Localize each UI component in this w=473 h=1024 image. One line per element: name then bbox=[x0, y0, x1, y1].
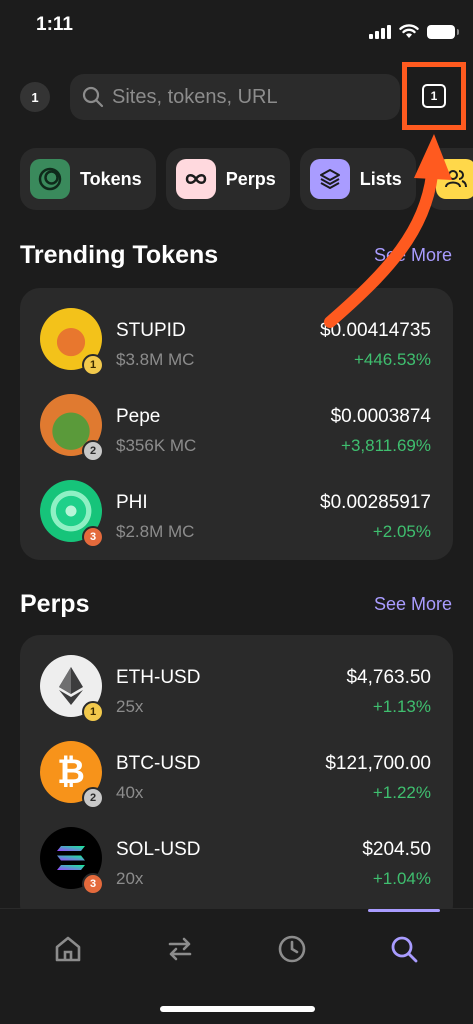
perp-price: $121,700.00 bbox=[325, 753, 431, 774]
trending-see-more-link[interactable]: See More bbox=[374, 245, 452, 266]
swap-icon bbox=[168, 937, 192, 961]
perp-change: +1.13% bbox=[372, 697, 431, 716]
token-name: Pepe bbox=[116, 406, 161, 427]
search-icon bbox=[82, 86, 104, 108]
token-market-cap: $3.8M MC bbox=[116, 350, 195, 369]
wifi-icon bbox=[399, 24, 419, 38]
cellular-signal-icon bbox=[369, 24, 391, 39]
rank-badge: 3 bbox=[82, 526, 104, 548]
perps-card: 1 ETH-USD 25x $4,763.50 +1.13% ₿ 2 BTC-U… bbox=[20, 635, 453, 925]
chip-lists[interactable]: Lists bbox=[299, 148, 416, 210]
search-input[interactable] bbox=[112, 85, 382, 109]
chip-label: Lists bbox=[359, 168, 402, 189]
perp-row[interactable]: ₿ 2 BTC-USD 40x $121,700.00 +1.22% bbox=[20, 729, 453, 815]
trending-tokens-title: Trending Tokens bbox=[20, 241, 219, 269]
nav-active-indicator bbox=[368, 909, 440, 912]
token-row[interactable]: 2 Pepe $356K MC $0.0003874 +3,811.69% bbox=[20, 382, 453, 468]
token-price: $0.00285917 bbox=[320, 492, 431, 513]
token-change: +2.05% bbox=[372, 522, 431, 541]
layers-icon bbox=[309, 159, 350, 199]
clock-icon bbox=[278, 935, 306, 963]
rank-badge: 1 bbox=[82, 701, 104, 723]
battery-icon bbox=[427, 24, 459, 39]
chip-label: Perps bbox=[225, 168, 276, 189]
home-indicator bbox=[160, 1006, 315, 1012]
token-price: $0.0003874 bbox=[330, 406, 431, 427]
rank-badge: 2 bbox=[82, 440, 104, 462]
nav-explore-button[interactable] bbox=[384, 929, 424, 969]
perp-row[interactable]: 1 ETH-USD 25x $4,763.50 +1.13% bbox=[20, 643, 453, 729]
category-chips: Tokens Perps Lists bbox=[20, 148, 473, 210]
chip-people[interactable] bbox=[425, 148, 473, 210]
search-bar[interactable] bbox=[70, 74, 400, 120]
perp-change: +1.04% bbox=[372, 869, 431, 888]
perp-leverage: 40x bbox=[116, 783, 144, 802]
rank-badge: 3 bbox=[82, 873, 104, 895]
search-icon bbox=[391, 936, 418, 963]
tokens-icon bbox=[30, 159, 70, 199]
perp-leverage: 25x bbox=[116, 697, 144, 716]
token-change: +446.53% bbox=[353, 350, 431, 369]
token-market-cap: $356K MC bbox=[116, 436, 197, 455]
perp-name: ETH-USD bbox=[116, 667, 201, 688]
token-name: PHI bbox=[116, 492, 148, 513]
tabs-icon: 1 bbox=[422, 84, 446, 108]
tabs-button[interactable]: 1 bbox=[402, 62, 466, 130]
nav-home-button[interactable] bbox=[48, 929, 88, 969]
search-row: 1 1 bbox=[0, 62, 473, 130]
perp-name: SOL-USD bbox=[116, 839, 201, 860]
token-price: $0.00414735 bbox=[320, 320, 431, 341]
token-row[interactable]: 1 STUPID $3.8M MC $0.00414735 +446.53% bbox=[20, 296, 453, 382]
people-icon bbox=[435, 159, 473, 199]
token-name: STUPID bbox=[116, 320, 186, 341]
perps-see-more-link[interactable]: See More bbox=[374, 594, 452, 615]
home-icon bbox=[55, 936, 81, 962]
rank-badge: 1 bbox=[82, 354, 104, 376]
status-bar: 1:11 bbox=[0, 0, 473, 50]
trending-tokens-card: 1 STUPID $3.8M MC $0.00414735 +446.53% 2… bbox=[20, 288, 453, 560]
rank-badge: 2 bbox=[82, 787, 104, 809]
nav-swap-button[interactable] bbox=[160, 929, 200, 969]
tab-count-badge[interactable]: 1 bbox=[20, 82, 50, 112]
token-row[interactable]: 3 PHI $2.8M MC $0.00285917 +2.05% bbox=[20, 468, 453, 554]
perps-title: Perps bbox=[20, 590, 90, 618]
status-icons bbox=[369, 24, 459, 39]
nav-history-button[interactable] bbox=[272, 929, 312, 969]
perp-row[interactable]: 3 SOL-USD 20x $204.50 +1.04% bbox=[20, 815, 453, 901]
perp-change: +1.22% bbox=[372, 783, 431, 802]
infinity-icon bbox=[175, 159, 216, 199]
perp-price: $4,763.50 bbox=[346, 667, 431, 688]
perp-price: $204.50 bbox=[362, 839, 431, 860]
chip-tokens[interactable]: Tokens bbox=[20, 148, 156, 210]
status-time: 1:11 bbox=[36, 14, 73, 35]
token-change: +3,811.69% bbox=[341, 436, 431, 455]
token-market-cap: $2.8M MC bbox=[116, 522, 195, 541]
chip-label: Tokens bbox=[80, 168, 142, 189]
perp-leverage: 20x bbox=[116, 869, 144, 888]
perp-name: BTC-USD bbox=[116, 753, 201, 774]
chip-perps[interactable]: Perps bbox=[165, 148, 290, 210]
